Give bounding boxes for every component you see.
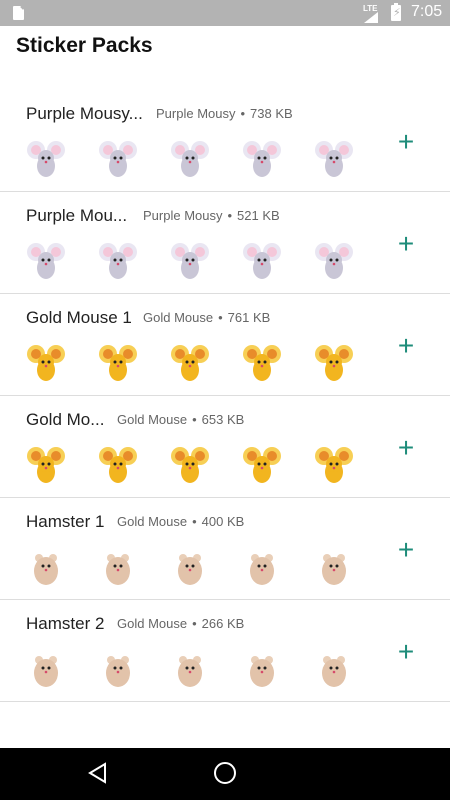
pack-publisher: Gold Mouse: [117, 616, 188, 631]
mouse-sticker-image: [315, 243, 353, 279]
home-circle-icon[interactable]: [214, 762, 236, 784]
pack-name: Hamster 1: [26, 512, 105, 531]
pack-name: Gold Mouse 1: [26, 308, 132, 327]
mouse-sticker-image: [99, 141, 137, 177]
meta-separator: •: [240, 106, 246, 121]
pack-publisher: Purple Mousy: [143, 208, 223, 223]
gold-sticker-image: [99, 447, 137, 483]
hamster-sticker-image: [106, 554, 130, 585]
hamster-sticker-image: [34, 554, 58, 585]
app-bar: Sticker Packs: [0, 26, 450, 70]
pack-size: 738 KB: [250, 106, 293, 121]
status-bar: LTE ⚡ 7:05: [0, 0, 450, 26]
pack-publisher: Gold Mouse: [117, 514, 188, 529]
add-pack-button[interactable]: +: [394, 230, 418, 258]
mouse-sticker-image: [99, 243, 137, 279]
page-title: Sticker Packs: [16, 34, 153, 57]
add-pack-button[interactable]: +: [394, 638, 418, 666]
meta-separator: •: [227, 208, 233, 223]
pack-name: Purple Mou...: [26, 206, 128, 225]
sticker-pack-list: Purple Mousy... Purple Mousy • 738 KB + Pu…: [0, 90, 450, 702]
gold-sticker-image: [171, 345, 209, 381]
hamster-sticker-image: [250, 554, 274, 585]
hamster-sticker-image: [250, 656, 274, 687]
mouse-sticker-image: [315, 141, 353, 177]
gold-sticker-image: [171, 447, 209, 483]
pack-size: 653 KB: [201, 412, 245, 427]
pack-publisher: Purple Mousy: [156, 106, 236, 121]
sticker-pack-row[interactable]: Hamster 2 Gold Mouse • 266 KB +: [0, 600, 450, 702]
pack-size: 761 KB: [227, 310, 271, 325]
pack-name: Purple Mousy...: [26, 104, 143, 123]
hamster-sticker-image: [34, 656, 58, 687]
meta-separator: •: [218, 310, 223, 325]
sticker-pack-row[interactable]: Purple Mou... Purple Mousy • 521 KB +: [0, 192, 450, 294]
hamster-sticker-image: [322, 656, 346, 687]
back-triangle-icon[interactable]: [88, 762, 108, 784]
pack-size: 266 KB: [201, 616, 245, 631]
navigation-bar: [0, 748, 450, 800]
pack-meta: Gold Mouse • 400 KB: [117, 514, 244, 529]
meta-separator: •: [192, 514, 197, 529]
status-time: 7:05: [411, 3, 443, 20]
gold-sticker-image: [99, 345, 137, 381]
pack-publisher: Gold Mouse: [143, 310, 214, 325]
pack-publisher: Gold Mouse: [117, 412, 188, 427]
gold-sticker-image: [27, 447, 65, 483]
sticker-pack-row[interactable]: Gold Mo... Gold Mouse • 653 KB +: [0, 396, 450, 498]
gold-sticker-image: [27, 345, 65, 381]
meta-separator: •: [192, 412, 197, 427]
hamster-sticker-image: [178, 656, 202, 687]
gold-sticker-image: [243, 447, 281, 483]
sticker-pack-row[interactable]: Gold Mouse 1 Gold Mouse • 761 KB +: [0, 294, 450, 396]
hamster-sticker-image: [322, 554, 346, 585]
mouse-sticker-image: [243, 141, 281, 177]
gold-sticker-image: [243, 345, 281, 381]
add-pack-button[interactable]: +: [394, 332, 418, 360]
pack-meta: Gold Mouse • 266 KB: [117, 616, 244, 631]
battery-charging-icon: ⚡: [391, 3, 401, 21]
mouse-sticker-image: [27, 243, 65, 279]
pack-meta: Purple Mousy • 738 KB: [156, 106, 293, 121]
sticker-pack-row[interactable]: Hamster 1 Gold Mouse • 400 KB +: [0, 498, 450, 600]
pack-name: Gold Mo...: [26, 410, 105, 429]
sim-card-icon: [13, 6, 24, 20]
pack-meta: Gold Mouse • 653 KB: [117, 412, 244, 427]
hamster-sticker-image: [106, 656, 130, 687]
pack-name: Hamster 2: [26, 614, 105, 633]
add-pack-button[interactable]: +: [394, 536, 418, 564]
gold-sticker-image: [315, 447, 353, 483]
hamster-sticker-image: [178, 554, 202, 585]
pack-meta: Purple Mousy • 521 KB: [143, 208, 280, 223]
mouse-sticker-image: [27, 141, 65, 177]
pack-size: 521 KB: [237, 208, 280, 223]
meta-separator: •: [192, 616, 197, 631]
add-pack-button[interactable]: +: [394, 128, 418, 156]
add-pack-button[interactable]: +: [394, 434, 418, 462]
mouse-sticker-image: [243, 243, 281, 279]
sticker-pack-row[interactable]: Purple Mousy... Purple Mousy • 738 KB +: [0, 90, 450, 192]
gold-sticker-image: [315, 345, 353, 381]
signal-icon: [364, 12, 378, 23]
pack-size: 400 KB: [201, 514, 245, 529]
mouse-sticker-image: [171, 243, 209, 279]
pack-meta: Gold Mouse • 761 KB: [143, 310, 270, 325]
mouse-sticker-image: [171, 141, 209, 177]
